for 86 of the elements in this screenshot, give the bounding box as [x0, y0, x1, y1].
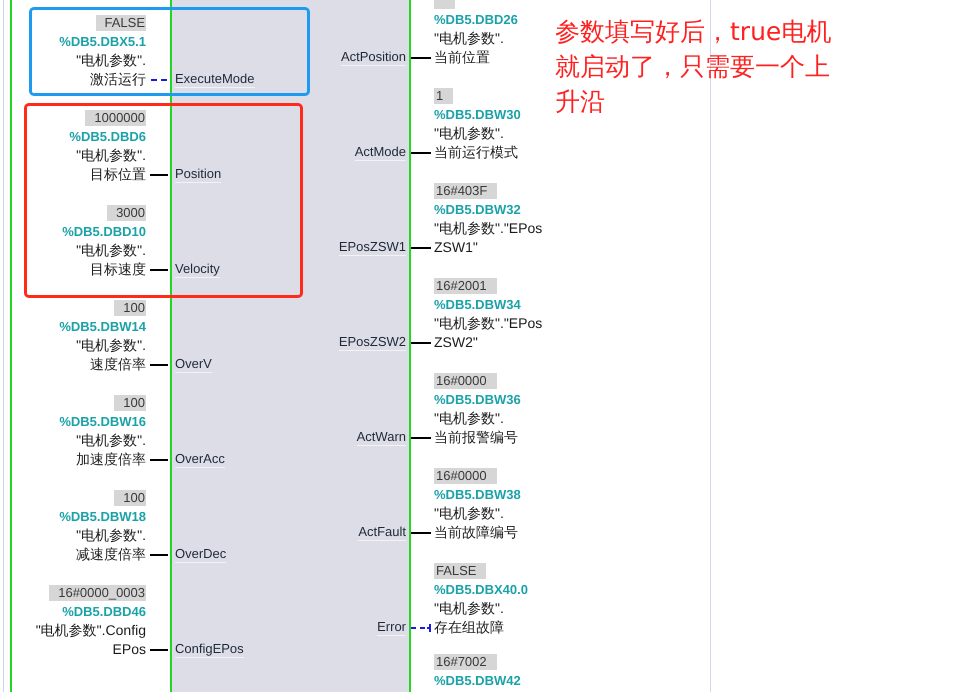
tag-text: "电机参数".Config [36, 621, 147, 640]
wire [150, 364, 168, 366]
address-text: %DB5.DBW16 [59, 413, 147, 431]
wire [411, 436, 431, 438]
pin-label: Position [175, 166, 222, 183]
tag-text: 当前位置 [434, 48, 490, 67]
wire [411, 152, 431, 154]
address-text: %DB5.DBW34 [433, 296, 521, 314]
tag-text: "电机参数". [76, 51, 147, 70]
address-text: %DB5.DBX5.1 [59, 33, 147, 51]
monitor-value: 1 [434, 88, 454, 104]
tag-text: ZSW2" [434, 333, 478, 352]
wire [411, 532, 431, 534]
tag-text: 目标速度 [90, 260, 146, 279]
tag-text: "电机参数". [433, 124, 504, 143]
address-text: %DB5.DBW30 [433, 106, 521, 124]
address-text: %DB5.DBW18 [59, 508, 147, 526]
tag-text: "电机参数". [433, 599, 504, 618]
dashed-wire [150, 78, 168, 80]
monitor-value: 16#0000 [434, 468, 497, 484]
tag-text: ZSW1" [434, 238, 478, 257]
pin-label: Velocity [175, 261, 220, 278]
monitor-value: 100 [114, 300, 146, 316]
tag-text: 减速度倍率 [76, 545, 146, 564]
tag-text: "电机参数". [76, 336, 147, 355]
tag-text: 当前报警编号 [434, 428, 518, 447]
pin-label: ConfigEPos [175, 641, 244, 658]
monitor-value: FALSE [434, 562, 486, 578]
monitor-value: 3000 [107, 204, 146, 220]
pin-label: OverV [175, 356, 212, 373]
wire [411, 342, 431, 344]
tag-text: 加速度倍率 [76, 450, 146, 469]
wire [150, 174, 168, 176]
tag-text: 存在组故障 [434, 618, 504, 637]
tag-text: 激活运行 [90, 70, 146, 89]
tag-text: EPos [112, 640, 146, 659]
wire [411, 56, 431, 58]
tag-text: 速度倍率 [90, 355, 146, 374]
pin-label: ActFault [358, 524, 406, 541]
monitor-value: 16#0000 [434, 372, 497, 388]
address-text: %DB5.DBW14 [59, 318, 147, 336]
annotation-note: 参数填写好后，true电机就启动了，只需要一个上升沿 [555, 16, 832, 118]
wire [411, 246, 431, 248]
wire [150, 268, 168, 270]
wire [150, 458, 168, 460]
tag-text: 当前故障编号 [434, 523, 518, 542]
address-text: %DB5.DBD46 [62, 603, 147, 621]
pin-label: ActPosition [340, 49, 406, 66]
pin-label: EPosZSW2 [338, 334, 406, 351]
monitor-value: 1000000 [85, 110, 146, 126]
pin-label: OverAcc [175, 451, 225, 468]
monitor-value: 16#0000_0003 [49, 584, 146, 600]
address-text: %DB5.DBD6 [69, 128, 147, 146]
tag-text: "电机参数". [76, 241, 147, 260]
tag-text: "电机参数". [76, 431, 147, 450]
tag-text: "电机参数". [76, 146, 147, 165]
monitor-value: 100 [114, 490, 146, 506]
wire [150, 648, 168, 650]
monitor-value: FALSE [96, 14, 146, 30]
wire [150, 554, 168, 556]
address-text: %DB5.DBW36 [433, 391, 521, 409]
address-text: %DB5.DBW42 [433, 672, 521, 690]
pin-label: ActMode [354, 144, 406, 161]
tag-text: "电机参数"."EPos [433, 314, 542, 333]
tag-text: "电机参数". [433, 409, 504, 428]
monitor-value: 16#403F [434, 182, 498, 198]
tag-text: "电机参数". [433, 504, 504, 523]
pin-label: ExecuteMode [175, 71, 254, 88]
pin-label: OverDec [175, 546, 226, 563]
tag-text: "电机参数". [433, 29, 504, 48]
dashed-wire [411, 624, 431, 632]
address-text: %DB5.DBD26 [433, 11, 518, 29]
pin-label: Error [377, 619, 406, 636]
pin-label: EPosZSW1 [338, 239, 406, 256]
address-text: %DB5.DBW38 [433, 486, 521, 504]
monitor-value: 16#7002 [434, 654, 497, 670]
address-text: %DB5.DBW32 [433, 201, 521, 219]
monitor-value: 16#2001 [434, 278, 497, 294]
address-text: %DB5.DBD10 [62, 223, 147, 241]
address-text: %DB5.DBX40.0 [433, 581, 528, 599]
tag-text: 当前运行模式 [434, 143, 518, 162]
tag-text: 目标位置 [90, 165, 146, 184]
monitor-value: 100 [114, 394, 146, 410]
tag-text: "电机参数". [76, 526, 147, 545]
tag-text: "电机参数"."EPos [433, 219, 542, 238]
pin-label: ActWarn [356, 429, 406, 446]
